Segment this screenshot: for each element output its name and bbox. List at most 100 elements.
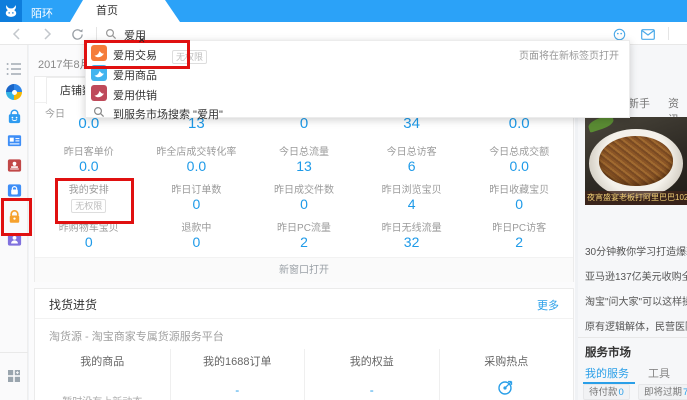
title-bar: 陌环 首页 [0,0,687,22]
tab-my-services[interactable]: 我的服务 [585,365,629,381]
stat-label: 昨日订单数 [143,181,251,196]
sidebar-divider [0,352,28,353]
stat-label: 昨日成交件数 [250,181,358,196]
stat-label: 今日总访客 [358,143,466,158]
image-caption: 夜宵盛宴老板打阿里巴巴102商 [585,191,687,205]
sourcing-subtitle: 淘货源 - 淘宝商家专属货源服务平台 [49,328,224,344]
annotation-box-suggestion [84,40,190,69]
stat-value[interactable]: 0.0 [465,158,573,174]
pill-pending-payment[interactable]: 待付款0 [583,384,630,400]
open-new-window-bar[interactable]: 新窗口打开 [35,257,573,282]
forward-button[interactable] [40,27,54,41]
stat-row-labels: 昨日客单价 昨全店成交转化率 今日总流量 今日总访客 今日总成交额 [35,143,573,158]
tab-home[interactable]: 首页 [70,0,180,22]
column-label: 采购热点 [440,353,574,369]
qianniu-bull-logo-icon[interactable] [0,0,22,22]
suggestion-aiyong-supply[interactable]: 爱用供销 [86,84,629,103]
stat-label: 昨日无线流量 [358,219,466,234]
back-button[interactable] [10,27,24,41]
workspace-label[interactable]: 陌环 [31,5,53,21]
stat-label: 今日总成交额 [465,143,573,158]
search-icon [91,104,107,120]
stat-row-values: 0.0 0.0 13 6 0.0 [35,158,573,174]
stat-value[interactable]: 0.0 [143,158,251,174]
stat-value[interactable]: 6 [358,158,466,174]
column-label: 我的1688订单 [171,353,305,369]
news-item[interactable]: 30分钟教你学习打造爆款的绝招 [585,243,687,258]
sourcing-divider [35,318,573,319]
noodles-graphic [599,136,672,185]
annotation-box-my-schedule [55,178,134,224]
column-value: - [171,383,305,397]
pill-count: 0 [619,387,624,398]
sourcing-col-1688-orders[interactable]: 我的1688订单 - [170,349,305,400]
package-icon[interactable] [5,181,23,199]
annotation-box-lock-icon [1,198,32,236]
qianniu-workbench-window: 陌环 首页 爱用 [0,0,687,400]
orders-card-icon[interactable] [5,131,23,149]
column-label: 我的商品 [35,353,170,369]
shop-bag-icon[interactable] [5,107,23,125]
apps-grid-icon[interactable] [5,367,23,385]
stat-label: 昨日PC流量 [250,219,358,234]
news-item[interactable]: 原有逻辑解体，民营医院投资退 [585,318,687,333]
stat-value[interactable]: 0 [35,234,143,250]
sourcing-title: 找货进货 [49,296,97,313]
target-icon[interactable] [440,377,574,400]
news-item[interactable]: 亚马逊137亿美元收购全食超市 [585,268,687,283]
suggestion-label: 到服务市场搜索 "爱用" [113,106,223,122]
more-link[interactable]: 更多 [537,297,559,313]
tab-newbie[interactable]: 新手 [628,95,650,111]
stat-label: 昨日收藏宝贝 [465,181,573,196]
pill-count: 7 [683,387,687,398]
stat-value[interactable]: 0 [250,196,358,214]
tab-home-label: 首页 [96,0,180,23]
stat-label: 昨日客单价 [35,143,143,158]
sourcing-col-hot-purchases[interactable]: 采购热点 [439,349,574,400]
stat-label: 昨日PC访客 [465,219,573,234]
stat-row-values: 0 0 2 32 2 [35,234,573,250]
service-market-title: 服务市场 [585,344,631,360]
right-panel-divider [578,337,687,338]
pill-label: 待付款 [589,387,618,398]
news-item[interactable]: 淘宝"问大家"可以这样操作？这 [585,293,687,308]
sourcing-col-my-products[interactable]: 我的商品 暂时没有上新动态 [35,349,170,400]
stat-value[interactable]: 2 [250,234,358,250]
pill-expiring-soon[interactable]: 即将过期7 [638,384,687,400]
stat-value[interactable]: 0 [143,234,251,250]
suggestion-market-search[interactable]: 到服务市场搜索 "爱用" [86,103,629,122]
news-feature-image[interactable]: 夜宵盛宴老板打阿里巴巴102商 [585,117,687,205]
toolbar-divider-right [668,27,669,40]
menu-list-icon[interactable] [5,60,23,78]
stat-value[interactable]: 0 [465,196,573,214]
stat-value[interactable]: 0.0 [35,158,143,174]
mail-icon[interactable] [641,27,655,41]
tab-tools[interactable]: 工具 [648,365,670,381]
stat-label: 今日总流量 [250,143,358,158]
bird-icon-red [91,85,107,101]
stat-value[interactable]: 13 [250,158,358,174]
stat-label: 昨全店成交转化率 [143,143,251,158]
search-icon [104,27,118,41]
suggestion-label: 爱用商品 [113,67,157,83]
column-label: 我的权益 [305,353,439,369]
mouse-cursor: ✕ [138,35,146,46]
column-value: 暂时没有上新动态 [35,393,170,400]
stat-label: 退款中 [143,219,251,234]
stat-value[interactable]: 4 [358,196,466,214]
suggestion-label: 爱用供销 [113,87,157,103]
reminder-clock-icon[interactable] [612,27,626,41]
sourcing-columns: 我的商品 暂时没有上新动态 我的1688订单 - 我的权益 - 采购热点 [35,349,573,400]
community-pinwheel-icon[interactable] [5,83,23,101]
sourcing-card: 找货进货 更多 淘货源 - 淘宝商家专属货源服务平台 我的商品 暂时没有上新动态… [34,288,574,400]
sourcing-col-my-benefits[interactable]: 我的权益 - [304,349,439,400]
stat-label: 昨日浏览宝贝 [358,181,466,196]
refresh-button[interactable] [70,27,84,41]
stat-value[interactable]: 32 [358,234,466,250]
pill-label: 即将过期 [644,387,682,398]
column-value: - [305,383,439,397]
stamp-seal-icon[interactable] [5,156,23,174]
stat-value[interactable]: 2 [465,234,573,250]
toolbar-divider [96,27,97,40]
stat-value[interactable]: 0 [143,196,251,214]
